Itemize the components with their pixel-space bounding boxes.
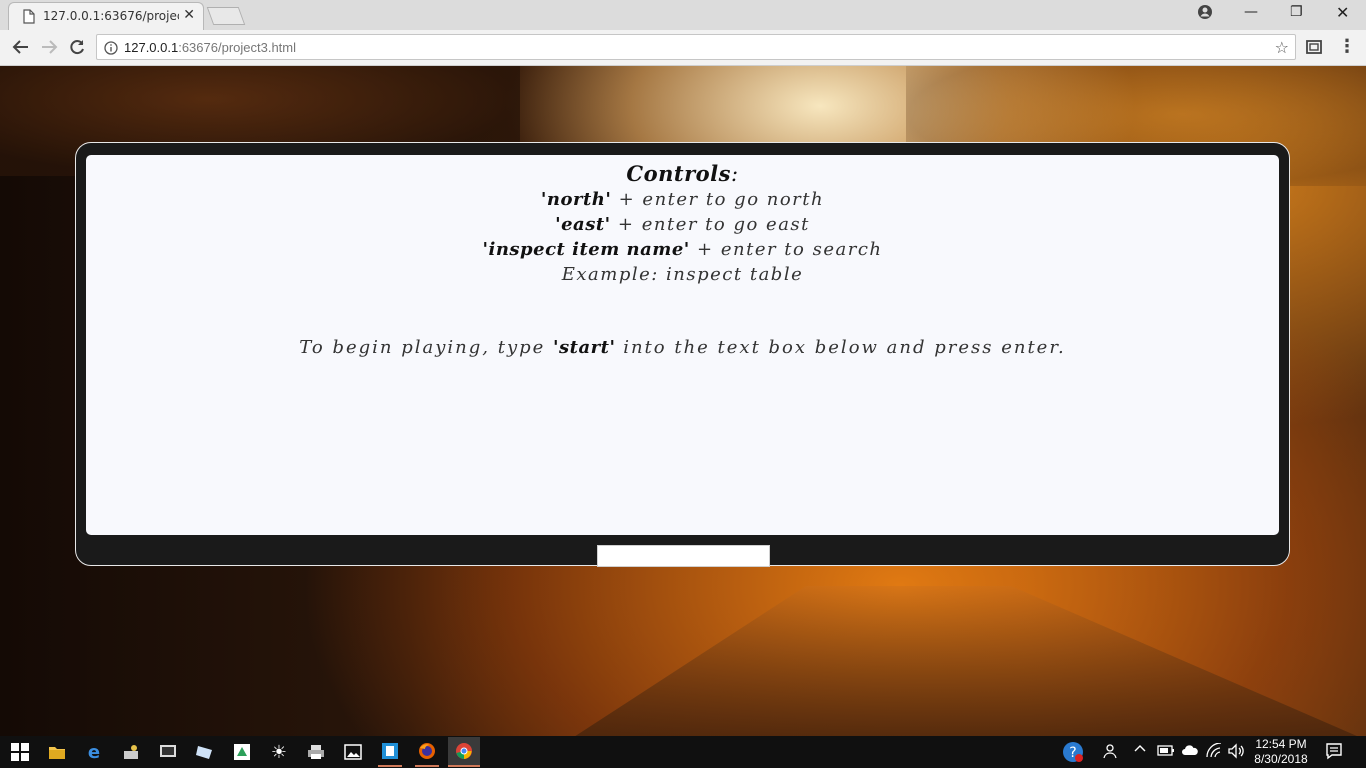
show-hidden-icons-icon[interactable] <box>1134 743 1146 759</box>
minimize-icon[interactable]: — <box>1244 4 1258 20</box>
battery-icon[interactable] <box>1157 743 1175 761</box>
controls-heading: Controls: <box>626 161 739 186</box>
dev-app-icon[interactable] <box>378 737 402 767</box>
forward-icon[interactable] <box>40 38 58 60</box>
control-example: Example: inspect table <box>561 264 804 285</box>
clock-date: 8/30/2018 <box>1254 752 1308 766</box>
tab-title: 127.0.0.1:63676/project3. <box>43 9 179 23</box>
game-screen: Controls: 'north' + enter to go north 'e… <box>86 155 1279 535</box>
network-tool-icon[interactable] <box>119 740 143 764</box>
url-text: 127.0.0.1:63676/project3.html <box>124 40 297 55</box>
info-icon[interactable] <box>104 40 118 59</box>
game-frame: Controls: 'north' + enter to go north 'e… <box>75 142 1290 567</box>
onedrive-icon[interactable] <box>1181 743 1199 761</box>
drive-app-icon[interactable] <box>230 740 254 764</box>
browser-titlebar: 127.0.0.1:63676/project3. ✕ — ❐ ✕ <box>0 0 1366 30</box>
file-explorer-icon[interactable] <box>45 740 69 764</box>
page-icon <box>23 9 35 28</box>
bookmark-star-icon[interactable]: ☆ <box>1275 38 1289 57</box>
profile-icon[interactable] <box>1197 4 1213 24</box>
windows-start-icon[interactable] <box>8 740 32 764</box>
brightness-app-icon[interactable]: ☀ <box>267 740 291 764</box>
reload-icon[interactable] <box>68 38 86 60</box>
control-line-inspect: 'inspect item name' + enter to search <box>482 239 883 260</box>
chrome-icon[interactable] <box>448 737 480 767</box>
browser-toolbar: 127.0.0.1:63676/project3.html ☆ ⋮ <box>0 30 1366 66</box>
background-road <box>560 586 1366 736</box>
printer-icon[interactable] <box>304 740 328 764</box>
help-icon[interactable]: ? <box>1062 741 1084 767</box>
notes-app-icon[interactable] <box>193 740 217 764</box>
system-clock[interactable]: 12:54 PM 8/30/2018 <box>1246 737 1316 767</box>
internet-explorer-icon[interactable]: e <box>82 740 106 764</box>
volume-icon[interactable] <box>1227 743 1245 763</box>
back-icon[interactable] <box>12 38 30 60</box>
controls-block: Controls: 'north' + enter to go north 'e… <box>86 161 1279 287</box>
close-window-icon[interactable]: ✕ <box>1336 3 1349 22</box>
action-center-icon[interactable] <box>1325 742 1343 764</box>
taskbar: e ☀ ? 12:54 PM 8/30/2018 <box>0 736 1366 768</box>
control-line-north: 'north' + enter to go north <box>540 189 825 210</box>
people-icon[interactable] <box>1103 743 1119 763</box>
control-line-east: 'east' + enter to go east <box>555 214 810 235</box>
new-tab-button[interactable] <box>206 7 246 25</box>
command-input[interactable] <box>597 545 770 567</box>
monitor-app-icon[interactable] <box>156 740 180 764</box>
close-tab-icon[interactable]: ✕ <box>183 7 195 23</box>
clock-time: 12:54 PM <box>1255 737 1307 751</box>
firefox-icon[interactable] <box>415 737 439 767</box>
cast-icon[interactable] <box>1305 38 1323 60</box>
address-bar[interactable]: 127.0.0.1:63676/project3.html ☆ <box>96 34 1296 60</box>
photos-icon[interactable] <box>341 740 365 764</box>
wifi-icon[interactable] <box>1206 742 1222 763</box>
page-background: Controls: 'north' + enter to go north 'e… <box>0 66 1366 736</box>
restore-icon[interactable]: ❐ <box>1290 4 1303 20</box>
menu-icon[interactable]: ⋮ <box>1338 36 1356 57</box>
browser-tab[interactable]: 127.0.0.1:63676/project3. ✕ <box>8 2 204 30</box>
start-instructions: To begin playing, type 'start' into the … <box>299 337 1066 358</box>
